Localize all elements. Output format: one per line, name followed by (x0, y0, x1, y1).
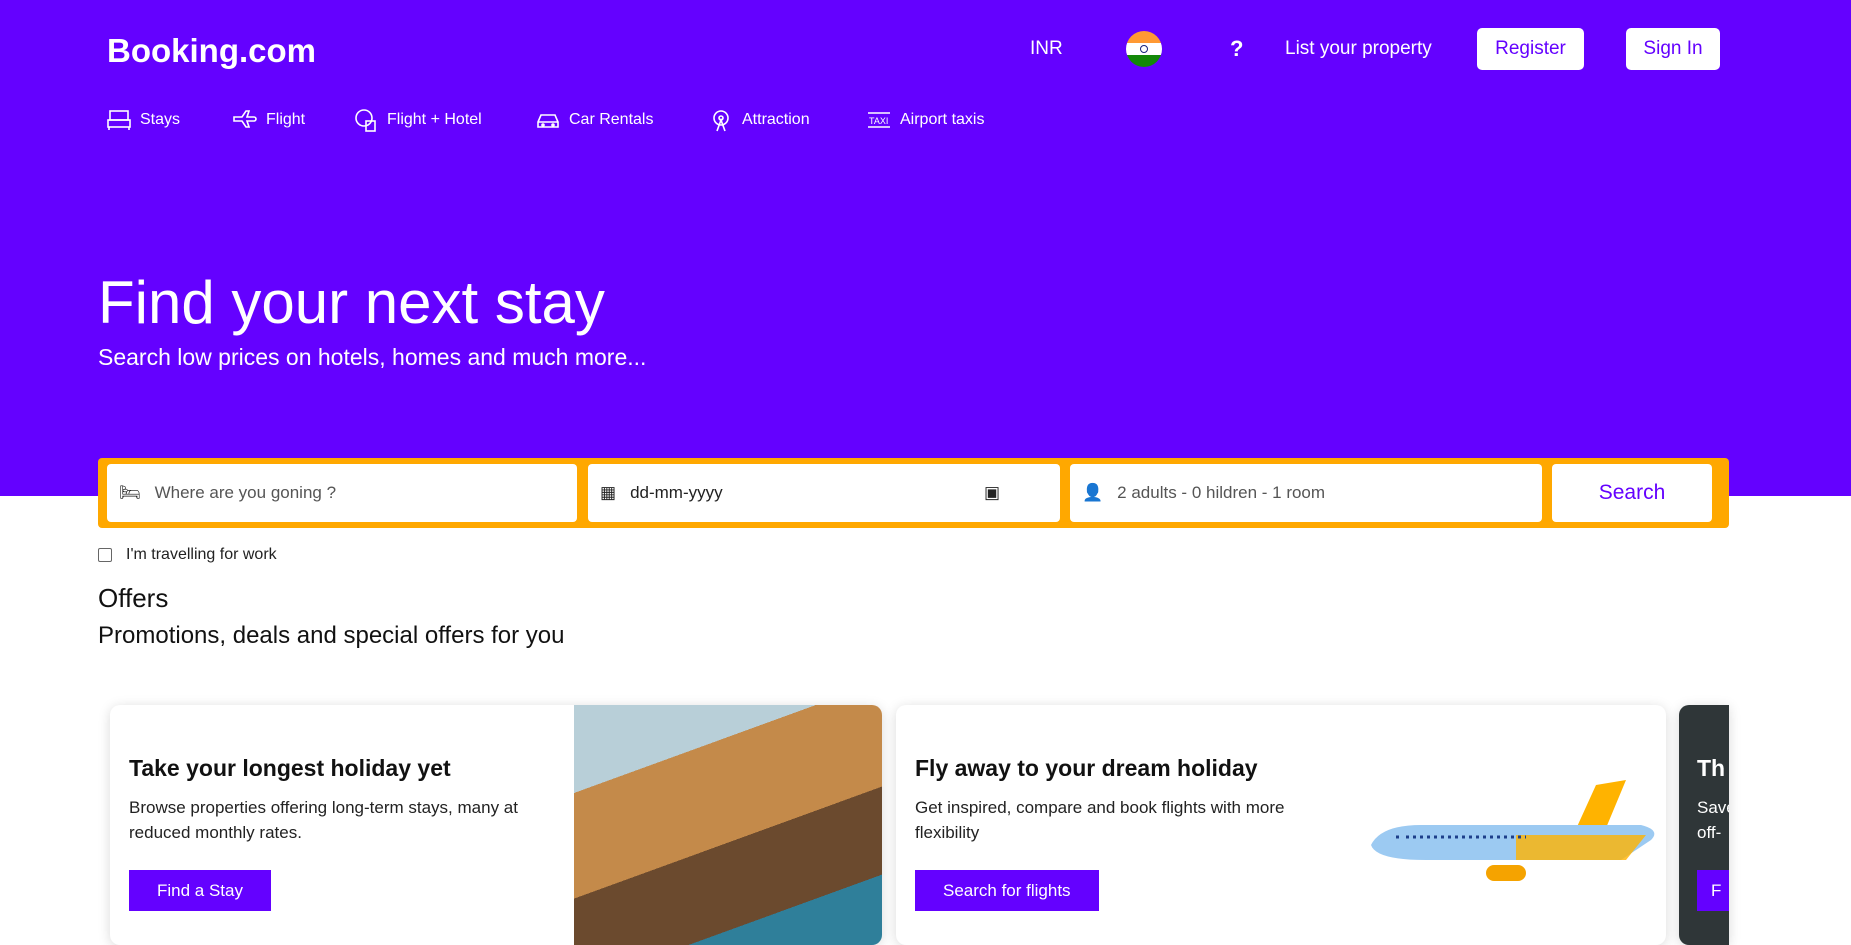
card-text: Save off- (1697, 798, 1729, 842)
offer-card: Take your longest holiday yet Browse pro… (110, 705, 882, 945)
car-icon (537, 114, 559, 128)
nav-label: Car Rentals (569, 111, 654, 128)
card-title: Fly away to your dream holiday (915, 755, 1258, 781)
offer-card: Fly away to your dream holiday Get inspi… (896, 705, 1666, 945)
taxi-icon: TAXI (868, 112, 890, 128)
logo[interactable]: Booking.com (107, 32, 316, 70)
work-checkbox[interactable]: I'm travelling for work (98, 546, 277, 564)
card-text: Get inspired, compare and book flights w… (915, 798, 1285, 842)
help-button[interactable]: ? (1230, 28, 1243, 70)
nav-airport-taxis[interactable]: TAXI Airport taxis (866, 108, 984, 132)
nav-attraction[interactable]: Attraction (708, 108, 810, 132)
offer-button[interactable]: F (1697, 870, 1729, 911)
nav-car-rentals[interactable]: Car Rentals (535, 108, 653, 132)
date-picker-icon[interactable]: ▣ (984, 483, 1000, 503)
nav-flight-hotel[interactable]: Flight + Hotel (353, 108, 482, 132)
guests-value: 2 adults - 0 hildren - 1 room (1117, 483, 1326, 502)
page-title: Find your next stay (98, 269, 605, 336)
offers-title: Offers (98, 583, 169, 613)
search-button[interactable]: Search (1552, 464, 1712, 522)
nav-stays[interactable]: Stays (106, 108, 180, 132)
hero: Booking.com INR ? List your property Reg… (0, 0, 1851, 496)
offers-subtitle: Promotions, deals and special offers for… (98, 622, 565, 649)
globe-luggage-icon (355, 109, 376, 132)
find-stay-button[interactable]: Find a Stay (129, 870, 271, 911)
bed-icon: 🛏 (119, 483, 141, 502)
card-text: Browse properties offering long-term sta… (129, 798, 518, 842)
search-flights-button[interactable]: Search for flights (915, 870, 1099, 911)
bed-icon (107, 110, 131, 130)
airplane-illustration (1371, 780, 1655, 881)
svg-text:TAXI: TAXI (869, 116, 888, 126)
currency-button[interactable]: INR (1030, 28, 1063, 70)
nav-label: Flight + Hotel (387, 111, 482, 128)
page-subtitle: Search low prices on hotels, homes and m… (98, 344, 647, 370)
list-property-link[interactable]: List your property (1285, 28, 1432, 70)
date-placeholder: dd-mm-yyyy (630, 483, 723, 502)
person-icon: 👤 (1082, 483, 1104, 502)
holiday-photo (574, 705, 882, 945)
nav-label: Attraction (742, 111, 810, 128)
card-title: Take your longest holiday yet (129, 755, 451, 781)
india-flag-icon[interactable] (1126, 31, 1162, 67)
nav-label: Stays (140, 111, 181, 128)
checkbox[interactable] (98, 548, 112, 562)
offer-card: Th Save off- F (1679, 705, 1729, 945)
nav-label: Flight (266, 111, 306, 128)
date-input[interactable]: ▦ dd-mm-yyyy ▣ (588, 464, 1060, 522)
search-bar: 🛏 Where are you goning ? ▦ dd-mm-yyyy ▣ 👤 2 … (98, 458, 1729, 528)
card-title: Th (1697, 755, 1726, 781)
nav-label: Airport taxis (900, 111, 985, 128)
calendar-icon: ▦ (600, 483, 617, 502)
sign-in-button[interactable]: Sign In (1626, 28, 1720, 70)
register-button[interactable]: Register (1477, 28, 1584, 70)
ferris-wheel-icon (713, 110, 729, 132)
destination-input[interactable]: 🛏 Where are you goning ? (107, 464, 577, 522)
nav-flight[interactable]: Flight (232, 108, 305, 132)
plane-icon (233, 110, 257, 128)
guests-input[interactable]: 👤 2 adults - 0 hildren - 1 room (1070, 464, 1542, 522)
checkbox-label: I'm travelling for work (126, 546, 277, 563)
destination-placeholder: Where are you goning ? (154, 483, 337, 502)
